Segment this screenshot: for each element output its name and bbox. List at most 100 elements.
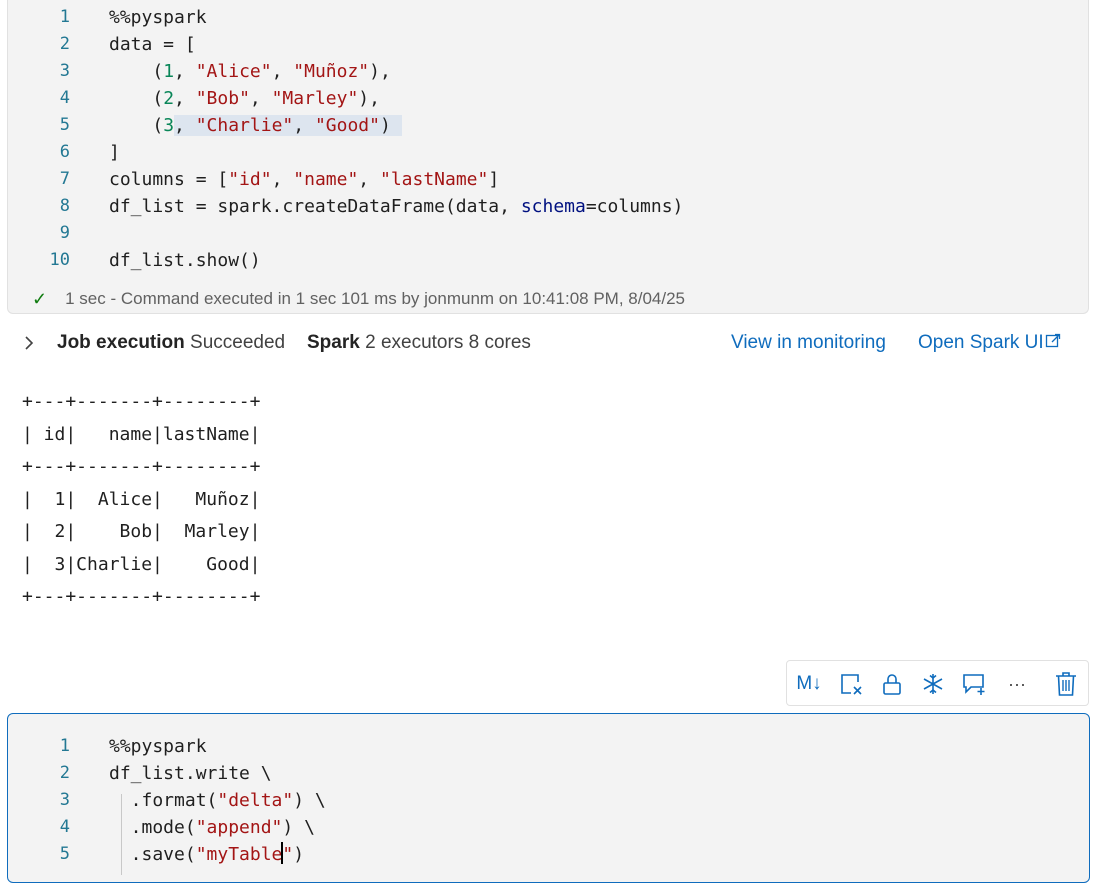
spark-label: Spark: [307, 332, 360, 353]
code-line[interactable]: 2 data = [: [8, 31, 1088, 58]
code-text: df_list = spark.createDataFrame(data, sc…: [109, 193, 683, 220]
code-token: ,: [174, 115, 196, 136]
code-token: "lastName": [379, 169, 489, 190]
freeze-icon[interactable]: [919, 670, 947, 698]
code-token: ),: [358, 88, 380, 109]
code-token: ): [379, 115, 402, 136]
line-number: 3: [59, 61, 70, 81]
code-token: ,: [174, 88, 196, 109]
line-number: 10: [49, 250, 70, 270]
code-text: (1, "Alice", "Muñoz"),: [109, 58, 390, 85]
code-token: %%pyspark: [109, 736, 207, 757]
code-token: ,: [271, 61, 294, 82]
line-number: 2: [59, 763, 70, 783]
markdown-toggle-icon[interactable]: M↓: [793, 670, 825, 698]
add-comment-icon[interactable]: [961, 670, 989, 698]
cell-output-table: +---+-------+--------+ | id| name|lastNa…: [22, 391, 261, 607]
code-token: ) \: [282, 817, 315, 838]
code-token: ]: [488, 169, 500, 190]
code-token: .mode(: [109, 817, 196, 838]
indent-guide: [121, 794, 122, 875]
code-line[interactable]: 1 %%pyspark: [8, 733, 1089, 760]
code-token: (: [109, 115, 164, 136]
code-token: df_list.write \: [109, 763, 272, 784]
code-token: "myTable: [195, 844, 283, 865]
code-token: (: [109, 61, 164, 82]
line-number: 9: [59, 223, 70, 243]
code-text: df_list.write \: [109, 760, 272, 787]
code-token: ,: [249, 88, 272, 109]
code-text: .mode("append") \: [109, 814, 315, 841]
code-line[interactable]: 4 .mode("append") \: [8, 814, 1089, 841]
open-spark-ui-link[interactable]: Open Spark UI: [918, 329, 1061, 357]
job-execution-status: Job execution Succeeded: [57, 329, 285, 357]
code-line[interactable]: 9: [8, 220, 1088, 247]
code-line[interactable]: 10 df_list.show(): [8, 247, 1088, 274]
line-number: 5: [59, 844, 70, 864]
execution-status: ✓ 1 sec - Command executed in 1 sec 101 …: [32, 287, 685, 311]
more-icon[interactable]: ···: [1003, 670, 1031, 698]
code-text: data = [: [109, 31, 196, 58]
code-line[interactable]: 5 (3, "Charlie", "Good"): [8, 112, 1088, 139]
code-token: "Alice": [195, 61, 272, 82]
line-number: 4: [59, 817, 70, 837]
code-line[interactable]: 8 df_list = spark.createDataFrame(data, s…: [8, 193, 1088, 220]
code-text: ]: [109, 139, 120, 166]
cell-toolbar: M↓ ···: [786, 660, 1089, 706]
code-token: "id": [228, 169, 272, 190]
code-text: columns = ["id", "name", "lastName"]: [109, 166, 499, 193]
lock-icon[interactable]: [878, 670, 906, 698]
line-number: 8: [59, 196, 70, 216]
code-text: .format("delta") \: [109, 787, 326, 814]
code-text: %%pyspark: [109, 4, 207, 31]
code-text: df_list.show(): [109, 247, 261, 274]
code-token: 1: [163, 61, 175, 82]
code-token: ,: [358, 169, 380, 190]
code-token: ": [282, 844, 294, 865]
code-token: 2: [163, 88, 175, 109]
code-line[interactable]: 3 (1, "Alice", "Muñoz"),: [8, 58, 1088, 85]
code-token: =columns): [585, 196, 684, 217]
code-line[interactable]: 3 .format("delta") \: [8, 787, 1089, 814]
code-token: schema: [520, 196, 586, 217]
code-token: data = [: [109, 34, 196, 55]
code-token: ,: [293, 115, 315, 136]
code-token: df_list.show(): [109, 250, 261, 271]
clear-output-icon[interactable]: [837, 670, 865, 698]
code-editor-2[interactable]: 1 %%pyspark 2 df_list.write \ 3 .format("del…: [8, 733, 1089, 868]
code-token: ]: [109, 142, 120, 163]
code-token: 3: [163, 115, 175, 136]
code-token: ,: [271, 169, 294, 190]
expand-chevron-icon[interactable]: [22, 329, 36, 365]
code-text: (2, "Bob", "Marley"),: [109, 85, 380, 112]
line-number: 1: [59, 7, 70, 27]
code-cell-2[interactable]: 1 %%pyspark 2 df_list.write \ 3 .format("del…: [7, 713, 1090, 883]
code-token: "Charlie": [195, 115, 294, 136]
code-line[interactable]: 5 .save("myTable"): [8, 841, 1089, 868]
code-line[interactable]: 7 columns = ["id", "name", "lastName"]: [8, 166, 1088, 193]
external-link-icon: [1045, 333, 1060, 348]
code-line[interactable]: 2 df_list.write \: [8, 760, 1089, 787]
job-execution-row: Job execution Succeeded Spark 2 executor…: [22, 329, 1082, 357]
view-in-monitoring-link[interactable]: View in monitoring: [731, 329, 886, 357]
code-token: "name": [293, 169, 359, 190]
execution-status-text: 1 sec - Command executed in 1 sec 101 ms…: [65, 289, 685, 308]
spark-info: Spark 2 executors 8 cores: [307, 329, 531, 357]
code-line[interactable]: 6]: [8, 139, 1088, 166]
delete-icon[interactable]: [1052, 670, 1080, 698]
code-token: "append": [195, 817, 283, 838]
code-token: .save(: [109, 844, 196, 865]
code-cell-1[interactable]: 1 %%pyspark 2 data = [3 (1, "Alice", "Muñoz…: [7, 0, 1089, 314]
spark-value: 2 executors 8 cores: [365, 332, 531, 353]
code-token: "Muñoz": [293, 61, 370, 82]
code-token: df_list = spark.createDataFrame(data,: [109, 196, 521, 217]
line-number: 6: [59, 142, 70, 162]
code-text: %%pyspark: [109, 733, 207, 760]
code-text: (3, "Charlie", "Good"): [109, 112, 402, 139]
success-check-icon: ✓: [32, 289, 48, 309]
code-editor-1[interactable]: 1 %%pyspark 2 data = [3 (1, "Alice", "Muñoz…: [8, 4, 1088, 274]
code-line[interactable]: 1 %%pyspark: [8, 4, 1088, 31]
open-spark-ui-label: Open Spark UI: [918, 332, 1044, 353]
code-line[interactable]: 4 (2, "Bob", "Marley"),: [8, 85, 1088, 112]
code-token: .format(: [109, 790, 218, 811]
